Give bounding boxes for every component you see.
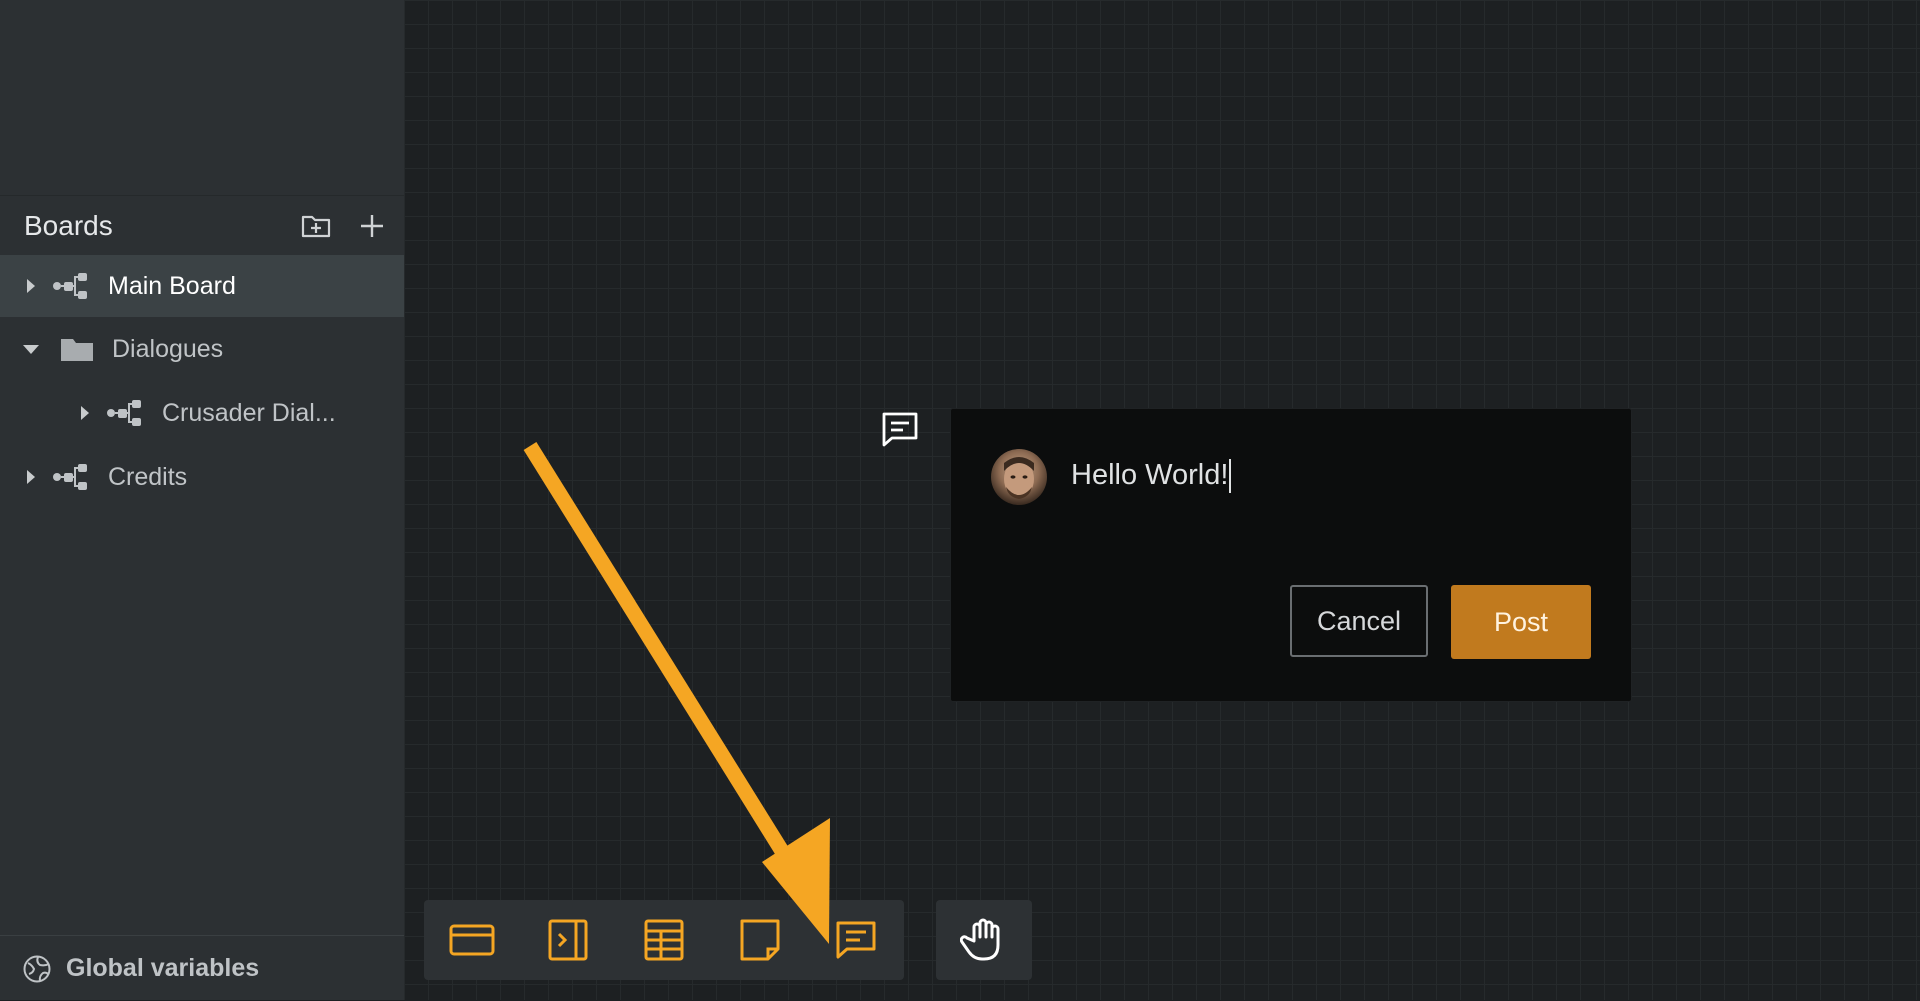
comment-icon <box>836 921 876 959</box>
add-board-button[interactable] <box>354 208 390 244</box>
board-tree-icon <box>107 400 141 426</box>
sidebar-item-label: Main Board <box>108 271 236 300</box>
board-tree-icon <box>53 464 87 490</box>
sidebar-panel-icon <box>548 919 588 961</box>
globe-icon <box>23 955 51 982</box>
text-caret <box>1229 459 1232 494</box>
sidebar-item-crusader-dialogue[interactable]: Crusader Dial... <box>0 382 404 444</box>
global-variables-button[interactable]: Global variables <box>0 935 404 1001</box>
sidebar: Boards Main Board Dialogues Crusader Dia… <box>0 0 404 1000</box>
add-note-tool[interactable] <box>712 900 808 980</box>
tool-palette <box>424 900 904 980</box>
plus-icon <box>361 215 383 237</box>
comment-text: Hello World! <box>1071 459 1229 491</box>
add-panel-tool[interactable] <box>520 900 616 980</box>
post-button[interactable]: Post <box>1451 585 1591 659</box>
note-icon <box>740 919 780 961</box>
boards-title: Boards <box>24 210 113 241</box>
chevron-right-icon[interactable] <box>78 404 92 422</box>
global-variables-label: Global variables <box>66 954 260 982</box>
sidebar-item-label: Dialogues <box>112 334 224 363</box>
chevron-right-icon[interactable] <box>24 468 38 486</box>
cancel-button[interactable]: Cancel <box>1290 585 1428 657</box>
board-canvas[interactable]: Hello World! Cancel Post <box>404 0 1920 1000</box>
chevron-down-icon[interactable] <box>22 342 40 356</box>
boards-header: Boards <box>0 195 404 256</box>
pan-tool[interactable] <box>936 900 1032 980</box>
hand-icon <box>960 918 1000 961</box>
comment-input[interactable]: Hello World! <box>1071 459 1232 494</box>
comment-marker-icon[interactable] <box>880 410 920 450</box>
folder-plus-icon <box>301 215 331 238</box>
avatar <box>991 449 1047 505</box>
add-table-tool[interactable] <box>616 900 712 980</box>
sidebar-item-main-board[interactable]: Main Board <box>0 255 404 317</box>
table-icon <box>644 919 684 961</box>
comment-popup: Hello World! Cancel Post <box>950 408 1632 702</box>
folder-icon <box>61 339 93 361</box>
sidebar-item-label: Credits <box>108 462 188 491</box>
sidebar-item-dialogues[interactable]: Dialogues <box>0 318 404 380</box>
card-icon <box>449 924 495 956</box>
sidebar-item-credits[interactable]: Credits <box>0 446 404 508</box>
new-folder-button[interactable] <box>298 208 334 244</box>
sidebar-item-label: Crusader Dial... <box>162 398 336 427</box>
chevron-right-icon[interactable] <box>24 277 38 295</box>
add-card-tool[interactable] <box>424 900 520 980</box>
board-tree-icon <box>53 273 87 299</box>
add-comment-tool[interactable] <box>808 900 904 980</box>
